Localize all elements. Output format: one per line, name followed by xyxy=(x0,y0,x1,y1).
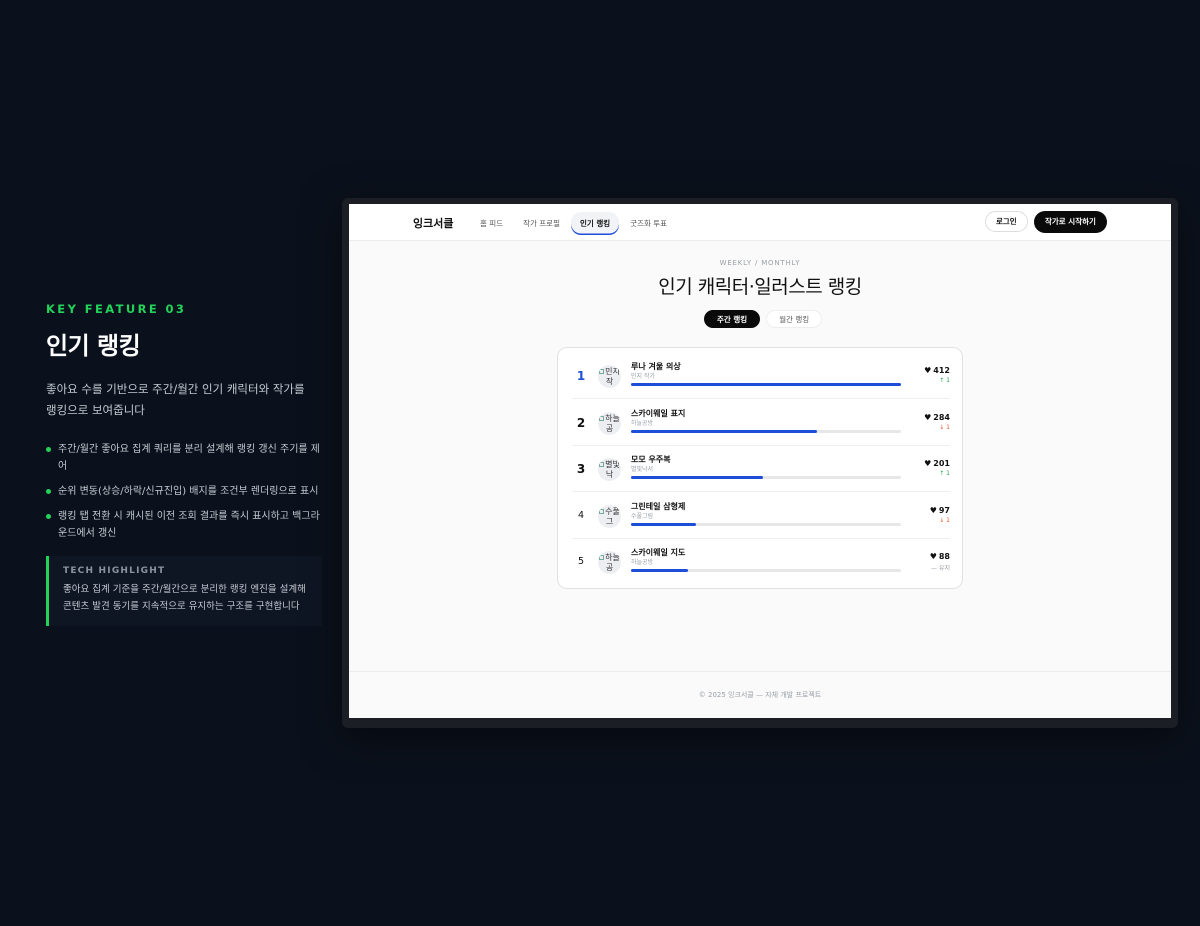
broken-image-icon xyxy=(599,508,605,514)
ranking-row[interactable]: 4 수풀그 그린테일 삼형제 수풀그림 ♥ 97 ↓ 1 xyxy=(572,493,950,539)
likes-progress-fill xyxy=(631,429,818,433)
likes-number: 412 xyxy=(933,366,950,375)
nav-item-home-feed[interactable]: 홈 피드 xyxy=(471,212,512,235)
likes-progress-fill xyxy=(631,569,688,572)
likes-count: ♥ 412 xyxy=(924,366,950,375)
rank-change-badge: ↑ 1 xyxy=(939,470,950,477)
likes-count: ♥ 201 xyxy=(924,459,950,468)
heart-icon: ♥ xyxy=(929,552,937,561)
avatar[interactable]: 하늘공 xyxy=(598,551,621,574)
avatar-alt-text: 민지 작 xyxy=(605,367,620,386)
likes-progress-track xyxy=(631,383,901,386)
avatar-alt-text: 별빛낙 xyxy=(605,460,620,479)
likes-progress-fill xyxy=(631,383,901,386)
rank-number: 1 xyxy=(576,369,586,383)
footer: © 2025 잉크서클 — 자체 개발 프로젝트 xyxy=(349,671,1171,718)
page-title: 인기 캐릭터·일러스트 랭킹 xyxy=(658,276,862,298)
avatar-alt-text: 수풀그 xyxy=(605,506,620,526)
heart-icon: ♥ xyxy=(924,459,932,468)
broken-image-icon xyxy=(599,462,605,467)
feature-kicker: KEY FEATURE 03 xyxy=(46,302,187,316)
feature-bullet: 순위 변동(상승/하락/신규진입) 배지를 조건부 렌더링으로 표시 xyxy=(46,483,322,500)
likes-number: 201 xyxy=(933,459,950,468)
avatar-alt-text: 하늘공 xyxy=(605,413,620,433)
likes-count: ♥ 88 xyxy=(930,552,950,561)
heart-icon: ♥ xyxy=(924,366,932,375)
rank-change-badge: — 유지 xyxy=(931,565,950,572)
rank-number: 2 xyxy=(576,415,586,430)
likes-count: ♥ 284 xyxy=(924,413,950,422)
rank-number: 4 xyxy=(577,509,585,521)
feature-title: 인기 랭킹 xyxy=(46,332,141,360)
rank-change-badge: ↓ 1 xyxy=(939,516,950,524)
top-nav: 잉크서클 홈 피드 작가 프로필 인기 랭킹 굿즈화 투표 로그인 작가로 시작… xyxy=(349,204,1171,241)
broken-image-icon xyxy=(599,555,605,560)
tech-highlight-label: TECH HIGHLIGHT xyxy=(63,566,166,576)
nav-item-artist-profile[interactable]: 작가 프로필 xyxy=(514,212,569,235)
avatar[interactable]: 수풀그 xyxy=(598,504,621,528)
tab-monthly[interactable]: 월간 랭킹 xyxy=(766,310,823,328)
artist-name[interactable]: 하늘공방 xyxy=(631,418,653,427)
rank-change-badge: ↑ 1 xyxy=(939,377,950,384)
feature-bullet: 랭킹 탭 전환 시 캐시된 이전 조회 결과를 즉시 표시하고 백그라운드에서 … xyxy=(46,508,322,542)
heart-icon: ♥ xyxy=(924,412,932,422)
likes-progress-fill xyxy=(631,476,764,479)
avatar[interactable]: 별빛낙 xyxy=(598,458,621,481)
likes-progress-track xyxy=(631,569,901,572)
app-screen: 잉크서클 홈 피드 작가 프로필 인기 랭킹 굿즈화 투표 로그인 작가로 시작… xyxy=(349,204,1171,718)
heart-icon: ♥ xyxy=(929,505,937,515)
ranking-row[interactable]: 2 하늘공 스카이웨일 표지 하늘공방 ♥ 284 ↓ 1 xyxy=(572,400,950,446)
device-frame: 잉크서클 홈 피드 작가 프로필 인기 랭킹 굿즈화 투표 로그인 작가로 시작… xyxy=(342,198,1178,728)
likes-count: ♥ 97 xyxy=(930,506,950,515)
login-button[interactable]: 로그인 xyxy=(985,211,1028,232)
tech-highlight: TECH HIGHLIGHT 좋아요 집계 기준을 주간/월간으로 분리한 랭킹… xyxy=(46,556,322,626)
likes-progress-track xyxy=(631,476,901,479)
tab-weekly[interactable]: 주간 랭킹 xyxy=(704,310,761,328)
artist-name[interactable]: 하늘공방 xyxy=(631,557,653,566)
likes-progress-track xyxy=(631,429,901,433)
artist-name[interactable]: 민지 작가 xyxy=(631,371,655,380)
rank-change-badge: ↓ 1 xyxy=(939,423,950,431)
broken-image-icon xyxy=(599,415,605,421)
likes-number: 97 xyxy=(938,505,950,515)
artist-name[interactable]: 수풀그림 xyxy=(631,511,653,520)
ranking-row[interactable]: 1 민지 작 루나 겨울 의상 민지 작가 ♥ 412 ↑ 1 xyxy=(572,353,950,399)
bullet-dot-icon xyxy=(46,447,51,452)
page-eyebrow: WEEKLY / MONTHLY xyxy=(719,259,801,267)
artist-name[interactable]: 별빛낙서 xyxy=(631,464,653,473)
nav-item-ranking[interactable]: 인기 랭킹 xyxy=(570,212,620,235)
avatar[interactable]: 민지 작 xyxy=(598,365,621,388)
feature-bullet: 주간/월간 좋아요 집계 쿼리를 분리 설계해 랭킹 갱신 주기를 제어 xyxy=(46,441,322,475)
bullet-dot-icon xyxy=(46,514,51,519)
broken-image-icon xyxy=(599,369,605,374)
nav-item-goods-vote[interactable]: 굿즈화 투표 xyxy=(621,212,676,235)
ranking-row[interactable]: 3 별빛낙 모모 우주복 별빛낙서 ♥ 201 ↑ 1 xyxy=(572,446,950,492)
rank-number: 5 xyxy=(577,556,585,567)
ranking-tabs: 주간 랭킹 월간 랭킹 xyxy=(704,310,823,328)
avatar[interactable]: 하늘공 xyxy=(598,411,621,435)
likes-number: 88 xyxy=(938,552,950,561)
nav-menu: 홈 피드 작가 프로필 인기 랭킹 굿즈화 투표 xyxy=(471,212,676,235)
avatar-alt-text: 하늘공 xyxy=(605,553,620,572)
feature-bullets: 주간/월간 좋아요 집계 쿼리를 분리 설계해 랭킹 갱신 주기를 제어 순위 … xyxy=(46,441,336,542)
feature-panel: KEY FEATURE 03 인기 랭킹 좋아요 수를 기반으로 주간/월간 인… xyxy=(46,302,336,626)
likes-number: 284 xyxy=(933,412,950,422)
rank-number: 3 xyxy=(576,462,586,476)
tech-highlight-body: 좋아요 집계 기준을 주간/월간으로 분리한 랭킹 엔진을 설계해 콘텐츠 발견… xyxy=(63,584,306,612)
start-as-artist-button[interactable]: 작가로 시작하기 xyxy=(1034,211,1107,233)
ranking-card: 1 민지 작 루나 겨울 의상 민지 작가 ♥ 412 ↑ 1 2 하늘공 스카이웨일 표지 하늘공… xyxy=(557,347,963,589)
likes-progress-track xyxy=(631,522,901,526)
ranking-row[interactable]: 5 하늘공 스카이웨일 지도 하늘공방 ♥ 88— 유지 xyxy=(572,539,950,585)
bullet-dot-icon xyxy=(46,489,51,494)
feature-description: 좋아요 수를 기반으로 주간/월간 인기 캐릭터와 작가를 랭킹으로 보여줍니다 xyxy=(46,382,305,417)
likes-progress-fill xyxy=(631,522,696,526)
logo[interactable]: 잉크서클 xyxy=(413,215,453,231)
